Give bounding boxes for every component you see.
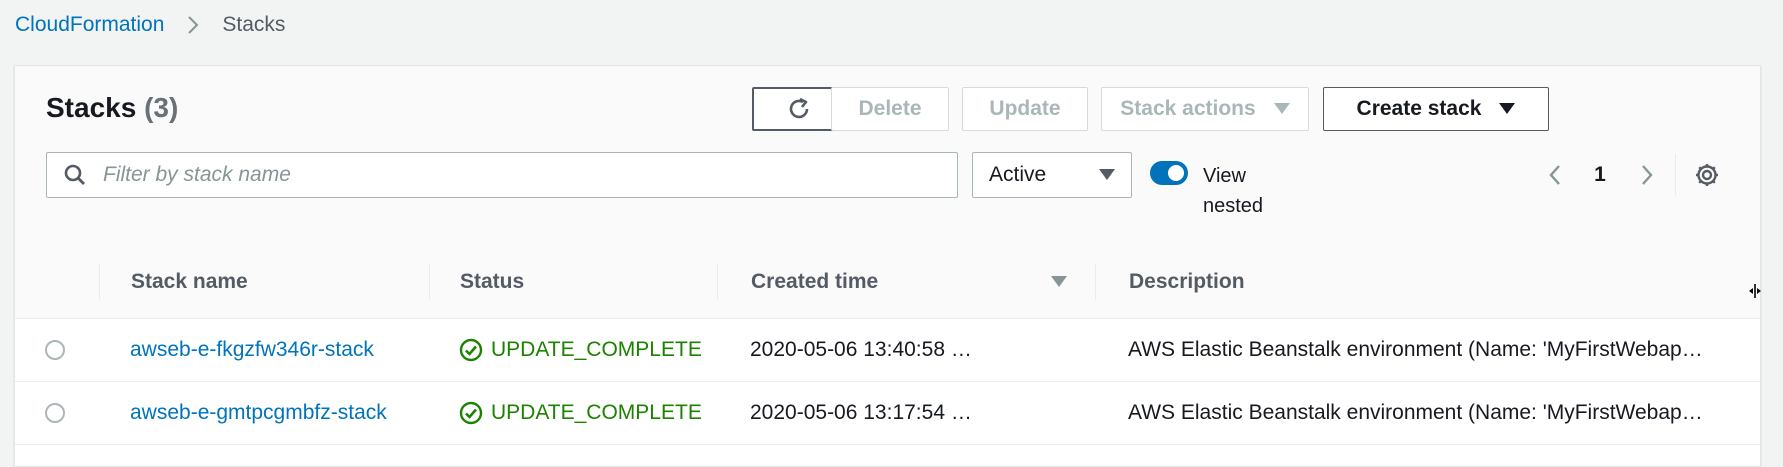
status-text: UPDATE_COMPLETE	[491, 338, 702, 361]
previous-page-button[interactable]	[1540, 154, 1570, 196]
sort-descending-icon[interactable]	[1051, 246, 1067, 318]
page-title: Stacks (3)	[46, 92, 178, 124]
gear-icon	[1693, 161, 1721, 189]
breadcrumb-current: Stacks	[222, 13, 286, 36]
description: AWS Elastic Beanstalk environment (Name:…	[1128, 338, 1703, 361]
column-divider	[429, 264, 430, 300]
panel-header: Stacks (3) Delete Update Stack actions C…	[15, 66, 1760, 247]
row-select-radio[interactable]	[45, 319, 65, 381]
stack-actions-label: Stack actions	[1120, 97, 1256, 120]
page-title-text: Stacks	[46, 92, 137, 123]
refresh-icon	[786, 96, 812, 122]
column-header-created-time[interactable]: Created time	[751, 246, 878, 318]
status-filter-select[interactable]: Active	[972, 152, 1132, 198]
search-icon	[63, 163, 87, 187]
stack-actions-button[interactable]: Stack actions	[1101, 87, 1309, 131]
created-time: 2020-05-06 13:40:58 …	[750, 338, 972, 361]
chevron-right-icon	[186, 15, 200, 35]
search-input[interactable]	[101, 162, 925, 188]
delete-button[interactable]: Delete	[831, 87, 949, 131]
chevron-right-icon	[1640, 163, 1654, 187]
stack-name-link[interactable]: awseb-e-fkgzfw346r-stack	[130, 319, 374, 381]
table-row[interactable]: awseb-e-gmtpcgmbfz-stack UPDATE_COMPLETE…	[15, 382, 1760, 445]
view-nested-toggle[interactable]	[1150, 161, 1188, 185]
create-stack-button[interactable]: Create stack	[1323, 87, 1549, 131]
stacks-panel: Stacks (3) Delete Update Stack actions C…	[14, 65, 1761, 467]
status-filter-value: Active	[989, 163, 1047, 186]
column-divider	[717, 264, 718, 300]
chevron-left-icon	[1548, 163, 1562, 187]
success-check-icon	[459, 401, 483, 425]
toggle-knob	[1168, 165, 1184, 181]
breadcrumb-cloudformation-link[interactable]: CloudFormation	[15, 13, 164, 37]
table-header: Stack name Status Created time Descripti…	[15, 246, 1760, 319]
column-resize-icon[interactable]	[1748, 283, 1762, 299]
table-row[interactable]: awseb-e-fkgzfw346r-stack UPDATE_COMPLETE…	[15, 319, 1760, 382]
next-page-button[interactable]	[1632, 154, 1662, 196]
created-time: 2020-05-06 13:17:54 …	[750, 401, 972, 424]
stack-name-link[interactable]: awseb-e-gmtpcgmbfz-stack	[130, 382, 387, 444]
stack-status: UPDATE_COMPLETE	[459, 382, 702, 444]
caret-down-icon	[1273, 103, 1290, 115]
column-divider	[1095, 264, 1096, 300]
column-header-stack-name[interactable]: Stack name	[131, 246, 248, 318]
stack-count: (3)	[144, 92, 179, 123]
description: AWS Elastic Beanstalk environment (Name:…	[1128, 401, 1703, 424]
status-text: UPDATE_COMPLETE	[491, 401, 702, 424]
success-check-icon	[459, 338, 483, 362]
radio-button[interactable]	[45, 403, 65, 423]
row-select-radio[interactable]	[45, 382, 65, 444]
radio-button[interactable]	[45, 340, 65, 360]
stack-filter	[46, 152, 958, 198]
update-button[interactable]: Update	[962, 87, 1088, 131]
pager-divider	[1675, 154, 1676, 196]
caret-down-icon	[1099, 169, 1115, 181]
create-stack-label: Create stack	[1356, 97, 1482, 120]
breadcrumb: CloudFormation Stacks	[15, 10, 285, 40]
stack-status: UPDATE_COMPLETE	[459, 319, 702, 381]
column-header-description[interactable]: Description	[1129, 246, 1245, 318]
column-header-status[interactable]: Status	[460, 246, 524, 318]
page-number[interactable]: 1	[1585, 154, 1615, 196]
column-divider	[99, 264, 100, 300]
view-nested-label: View nested	[1203, 165, 1264, 217]
caret-down-icon	[1499, 103, 1516, 115]
preferences-button[interactable]	[1691, 154, 1723, 196]
